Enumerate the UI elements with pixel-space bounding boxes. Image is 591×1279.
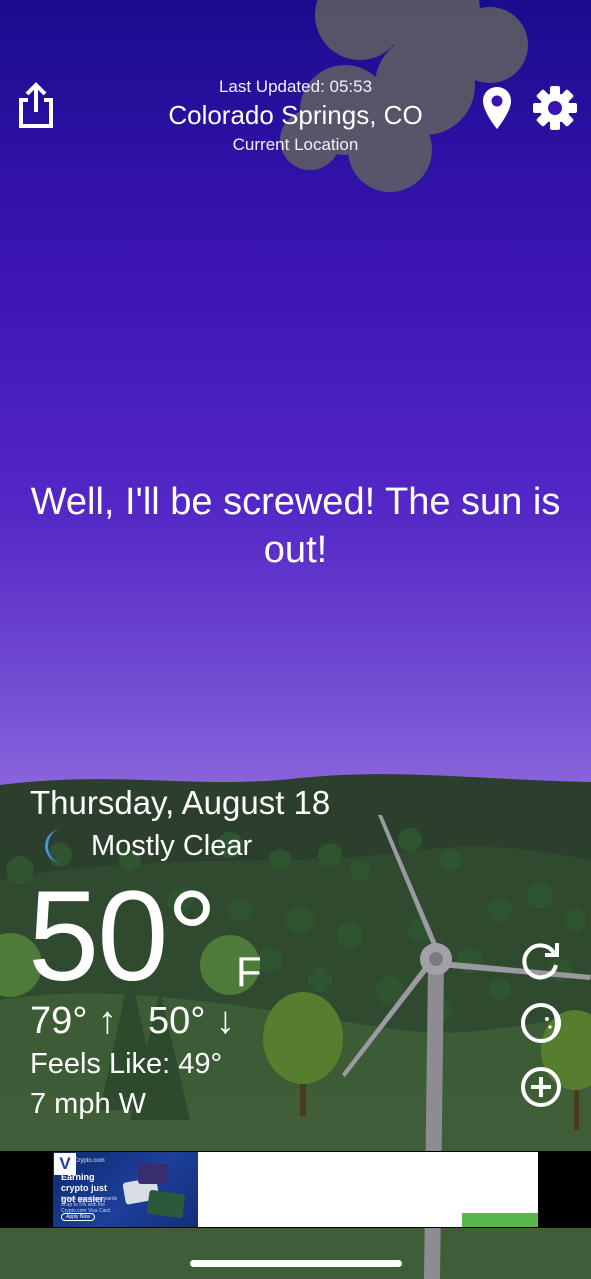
wind-label: 7 mph W [30, 1088, 147, 1120]
temperature-unit: F [236, 948, 262, 995]
theme-button[interactable] [519, 1001, 563, 1045]
high-temperature: 79° ↑ [30, 1000, 118, 1042]
refresh-button[interactable] [519, 939, 563, 983]
location-button[interactable] [482, 86, 512, 130]
settings-button[interactable] [532, 85, 578, 131]
refresh-icon [522, 943, 559, 980]
condition-label: Mostly Clear [91, 830, 253, 862]
feels-like-label: Feels Like: 49° [30, 1048, 223, 1080]
ad-card-graphic [122, 1164, 186, 1219]
weather-message: Well, I'll be screwed! The sun is out! [30, 481, 561, 571]
add-circle-icon [521, 1067, 561, 1107]
ad-domain: Crypto.com [74, 1158, 105, 1164]
add-location-button[interactable] [519, 1065, 563, 1109]
ad-cta-button[interactable]: Apply Now [61, 1213, 95, 1221]
low-temperature: 50° ↓ [148, 1000, 236, 1042]
gear-icon [533, 86, 577, 130]
location-pin-icon [483, 87, 511, 129]
ad-subtext: Unlock spending rewards of up to 5% with… [61, 1196, 118, 1214]
crescent-moon-icon [44, 829, 62, 863]
home-indicator[interactable] [190, 1260, 402, 1267]
date-label: Thursday, August 18 [30, 784, 331, 821]
ad-green-strip [462, 1213, 538, 1227]
theme-icon [521, 1003, 561, 1043]
current-temperature: 50° [28, 865, 218, 1008]
current-location-label: Current Location [232, 135, 359, 154]
